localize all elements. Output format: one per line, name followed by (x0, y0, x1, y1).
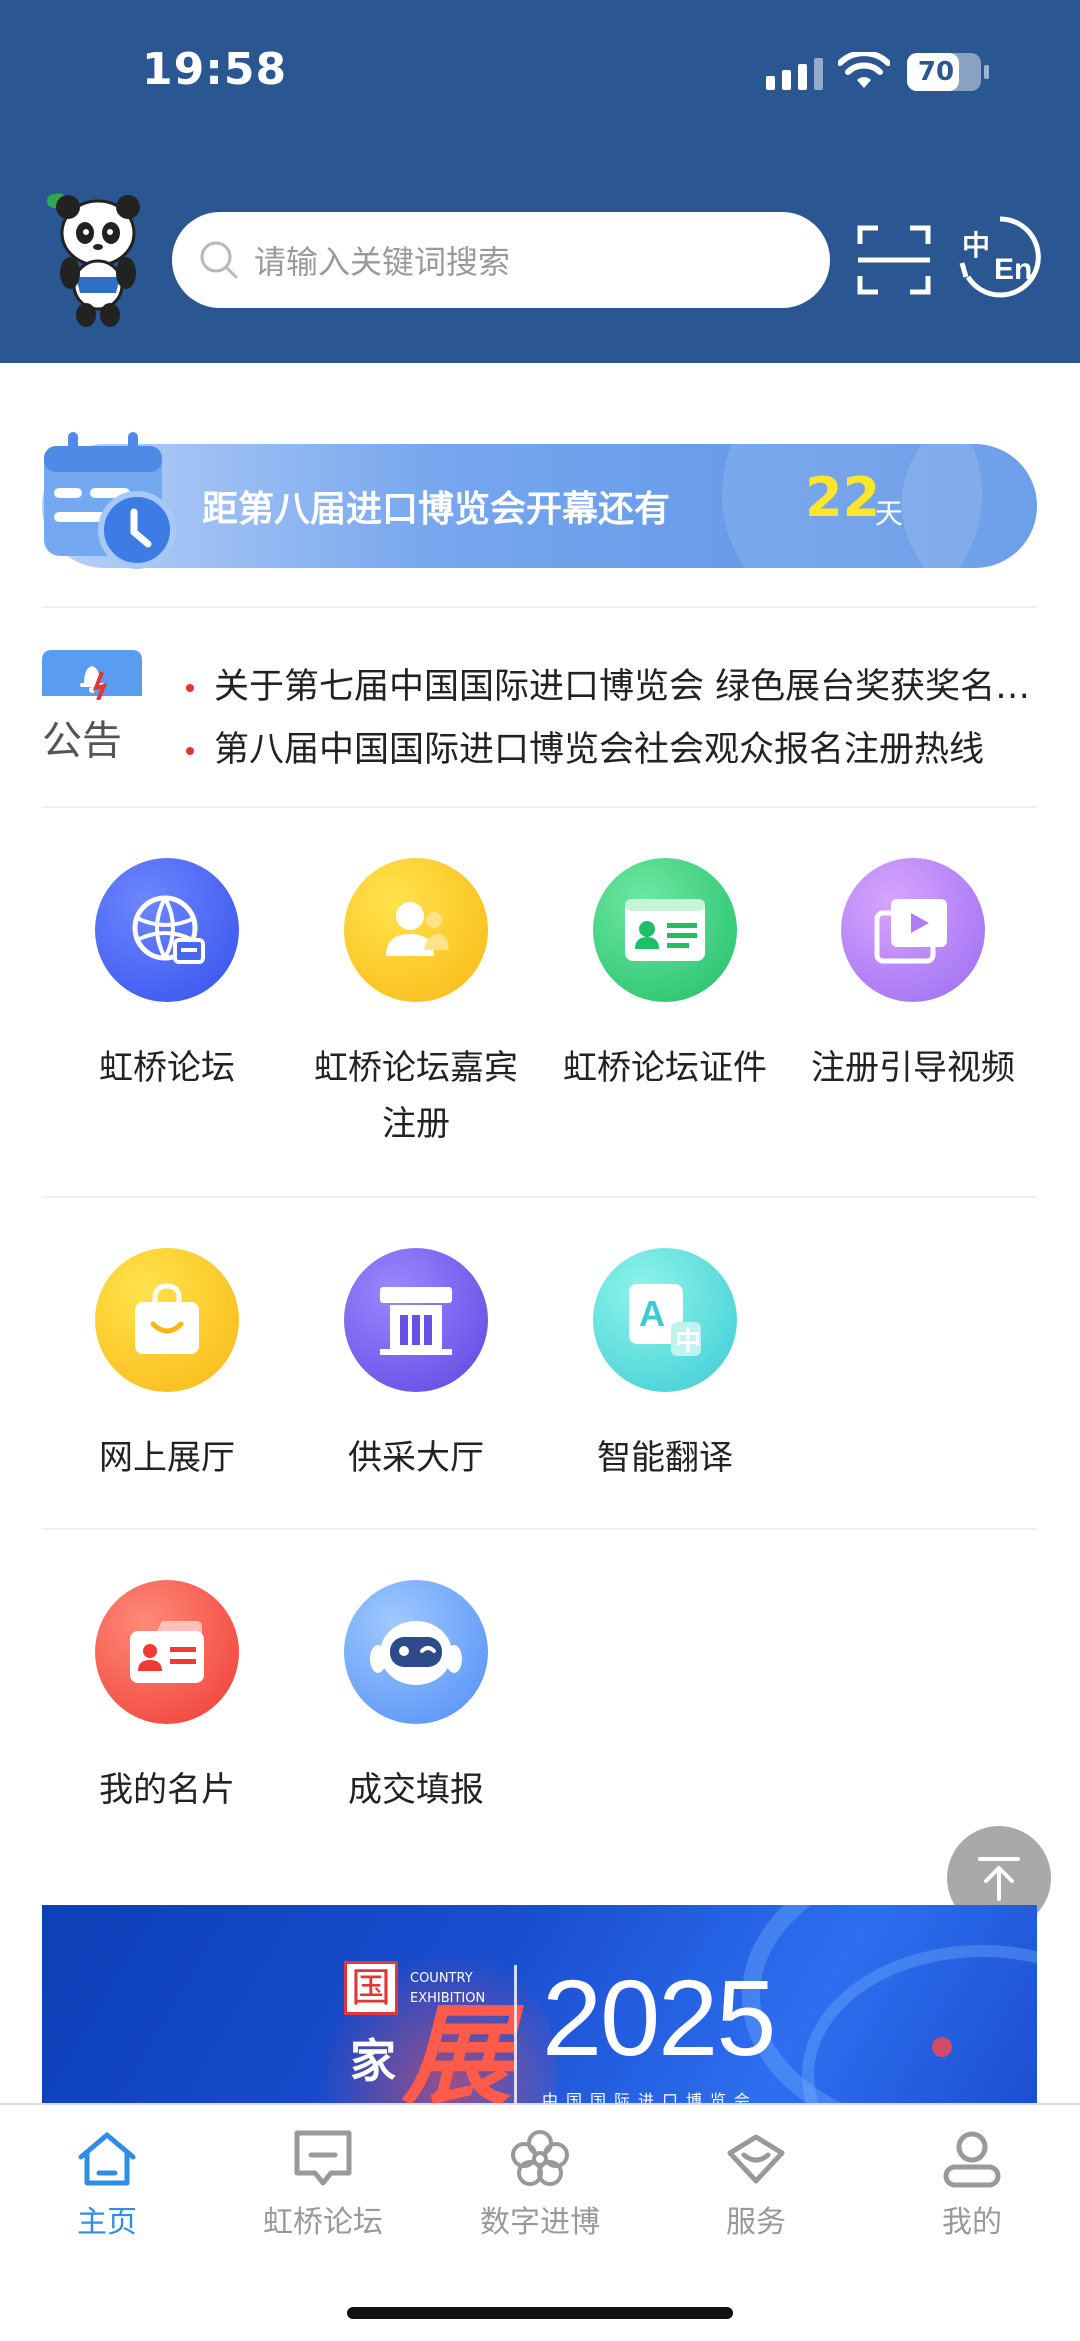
grid-item-guest-registration[interactable]: 虹桥论坛嘉宾注册 (301, 858, 531, 1152)
notice-item[interactable]: 第八届中国国际进口博览会社会观众报名注册热线 (182, 721, 1042, 784)
notice-item[interactable]: 关于第七届中国国际进口博览会 绿色展台奖获奖名单的公示 (182, 658, 1042, 721)
countdown-banner[interactable]: 距第八届进口博览会开幕还有 22 天 (42, 432, 1037, 569)
tab-label: 主页 (77, 2205, 137, 2240)
countdown-unit: 天 (875, 497, 904, 530)
banner-country-exhibition: COUNTRY EXHIBITION (410, 1971, 486, 2006)
battery-icon: 70 (907, 53, 989, 91)
tab-label: 虹桥论坛 (263, 2205, 383, 2240)
grid-item-label: 我的名片 (99, 1770, 235, 1810)
arrow-up-icon (978, 1857, 1020, 1901)
grid-item-online-hall[interactable]: 网上展厅 (52, 1248, 282, 1486)
grid-item-label: 注册引导视频 (811, 1048, 1015, 1088)
scan-icon[interactable] (856, 222, 932, 298)
countdown-text: 距第八届进口博览会开幕还有 (202, 489, 671, 530)
hall-icon (344, 1248, 488, 1392)
svg-text:En: En (994, 253, 1032, 286)
banner-jia: 家 (350, 2034, 396, 2088)
bell-icon (42, 650, 142, 701)
calendar-clock-icon (44, 432, 176, 569)
grid-item-procurement-hall[interactable]: 供采大厅 (301, 1248, 531, 1486)
id-card-icon (593, 858, 737, 1002)
grid-item-hongqiao-forum[interactable]: 虹桥论坛 (52, 858, 282, 1096)
countdown-bar: 距第八届进口博览会开幕还有 22 天 (42, 444, 1037, 568)
bottom-tab-bar: 主页 虹桥论坛 数字进博 服务 我的 (0, 2103, 1080, 2341)
banner-dot (932, 2037, 952, 2057)
svg-text:中: 中 (962, 229, 990, 262)
banner-year: 2025 (542, 1957, 776, 2078)
divider (42, 1196, 1037, 1198)
guest-icon (344, 858, 488, 1002)
status-bar: 19:58 70 (0, 0, 1080, 150)
home-icon (78, 2132, 136, 2186)
grid-item-label: 智能翻译 (597, 1438, 733, 1478)
tab-label: 服务 (726, 2205, 786, 2240)
video-icon (841, 858, 985, 1002)
panda-mascot-logo[interactable] (40, 185, 145, 330)
tab-label: 数字进博 (480, 2205, 600, 2240)
svg-text:A: A (639, 1293, 665, 1334)
countdown-days: 22 (805, 466, 881, 529)
notice-label: 公告 (42, 718, 122, 764)
grid-item-label: 成交填报 (348, 1770, 484, 1810)
translate-icon: A 中 (593, 1248, 737, 1392)
app-header: 19:58 70 请输入关键词搜索 中 En (0, 0, 1080, 363)
tab-home[interactable]: 主页 (7, 2127, 207, 2241)
robot-icon (344, 1580, 488, 1724)
divider (42, 1528, 1037, 1530)
search-icon (200, 241, 238, 279)
tab-label: 我的 (942, 2205, 1002, 2240)
grid-item-label: 供采大厅 (348, 1438, 484, 1478)
grid-item-smart-translation[interactable]: A 中 智能翻译 (550, 1248, 780, 1486)
tab-services[interactable]: 服务 (656, 2127, 856, 2241)
tab-hongqiao-forum[interactable]: 虹桥论坛 (223, 2127, 423, 2241)
search-input[interactable]: 请输入关键词搜索 (172, 212, 830, 308)
grid-item-forum-credential[interactable]: 虹桥论坛证件 (550, 858, 780, 1096)
grid-item-deal-report[interactable]: 成交填报 (301, 1580, 531, 1818)
banner-guo: 国 (344, 1961, 398, 2015)
diamond-icon (727, 2134, 785, 2184)
divider (42, 606, 1037, 608)
grid-item-my-business-card[interactable]: 我的名片 (52, 1580, 282, 1818)
banner-divider (514, 1965, 517, 2105)
cellular-signal-icon (766, 58, 823, 90)
user-icon (943, 2131, 1001, 2188)
grid-item-label: 虹桥论坛证件 (563, 1048, 767, 1088)
notice-list: 关于第七届中国国际进口博览会 绿色展台奖获奖名单的公示 第八届中国国际进口博览会… (182, 658, 1042, 784)
grid-item-label: 虹桥论坛 (99, 1048, 235, 1088)
grid-item-label: 网上展厅 (99, 1438, 235, 1478)
home-indicator[interactable] (347, 2307, 733, 2319)
svg-text:中: 中 (675, 1327, 701, 1357)
shopping-bag-icon (95, 1248, 239, 1392)
search-placeholder: 请输入关键词搜索 (254, 243, 511, 281)
promo-banner[interactable]: 国 家 展 COUNTRY EXHIBITION 2025 中国国际进口博览会 (42, 1905, 1037, 2105)
business-card-icon (95, 1580, 239, 1724)
grid-item-label: 虹桥论坛嘉宾注册 (314, 1048, 518, 1144)
battery-level: 70 (917, 57, 955, 87)
grid-item-registration-video[interactable]: 注册引导视频 (798, 858, 1028, 1096)
wifi-icon (838, 52, 890, 88)
banner-zhan: 展 (402, 1992, 512, 2105)
language-switch-icon[interactable]: 中 En (958, 215, 1042, 299)
chat-bubble-icon (294, 2130, 352, 2186)
flower-icon (511, 2130, 569, 2186)
globe-chat-icon (95, 858, 239, 1002)
tab-me[interactable]: 我的 (872, 2127, 1072, 2241)
tab-digital-expo[interactable]: 数字进博 (440, 2127, 640, 2241)
status-time: 19:58 (142, 44, 288, 95)
divider (42, 806, 1037, 808)
notice-badge: 公告 (42, 650, 142, 764)
